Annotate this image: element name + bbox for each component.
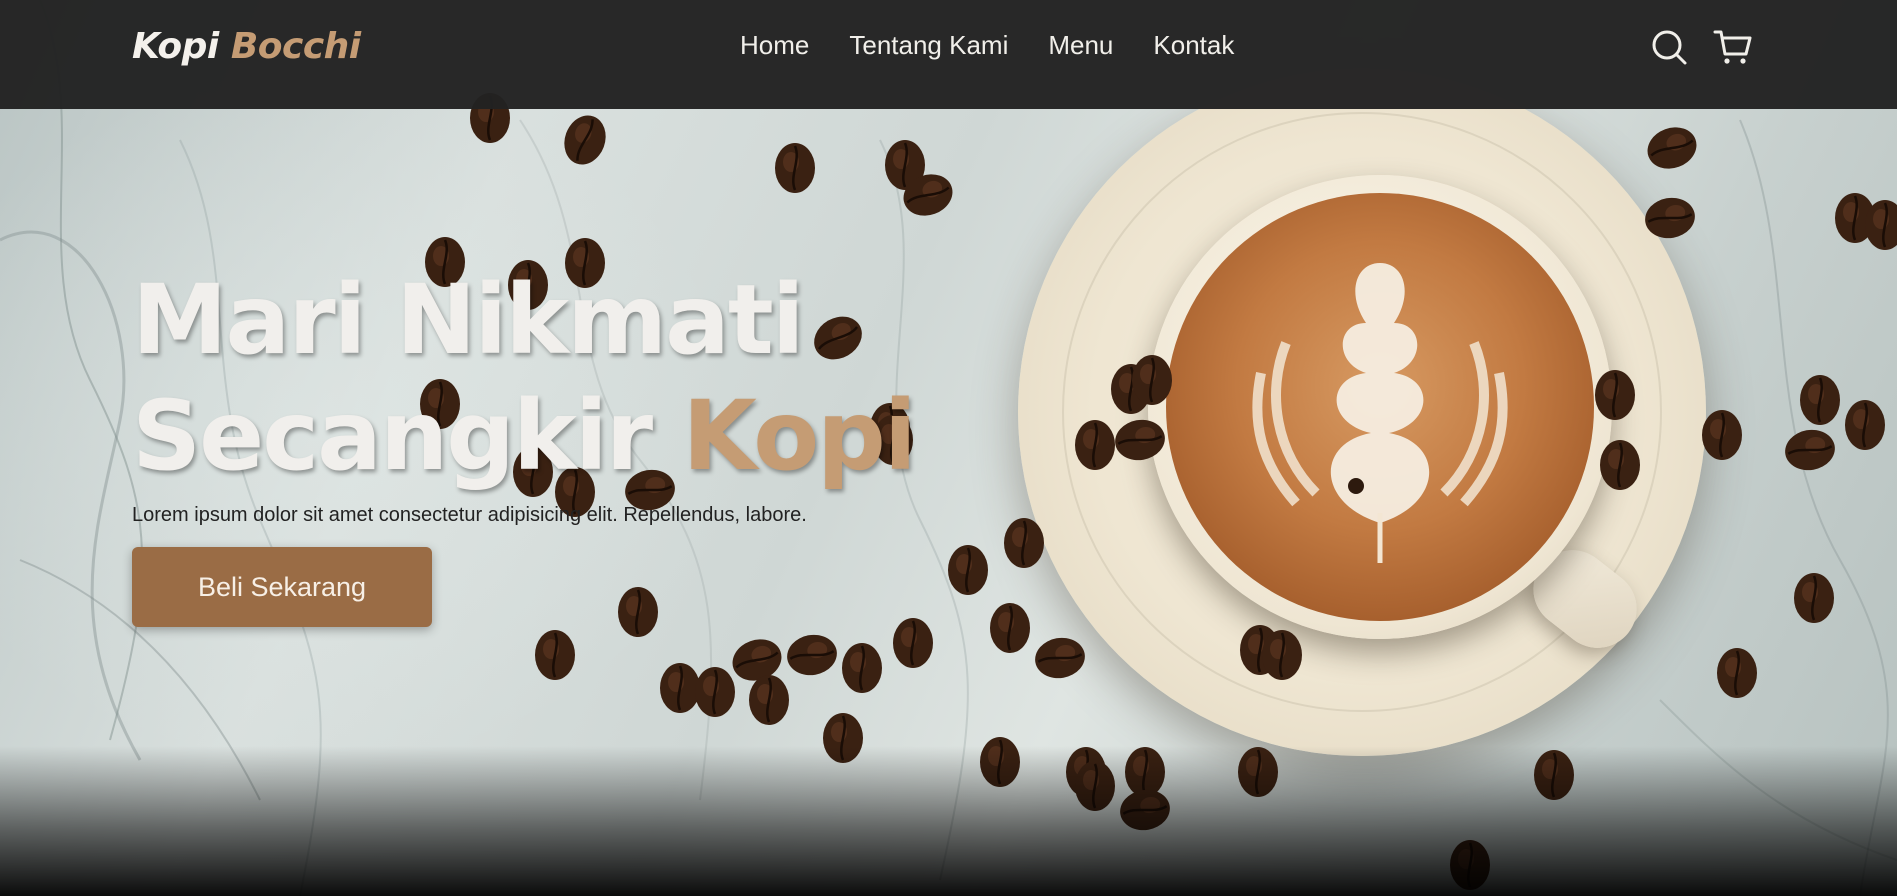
nav-link-tentang-kami[interactable]: Tentang Kami — [849, 30, 1008, 61]
hero-title: Mari Nikmati Secangkir Kopi — [132, 262, 917, 494]
logo-accent: Bocchi — [230, 26, 361, 67]
nav-link-kontak[interactable]: Kontak — [1153, 30, 1234, 61]
brand-logo[interactable]: Kopi Bocchi — [132, 26, 361, 67]
buy-now-button[interactable]: Beli Sekarang — [132, 547, 432, 627]
bottom-gradient — [0, 746, 1897, 896]
navbar: Kopi Bocchi Home Tentang Kami Menu Konta… — [0, 0, 1897, 109]
nav-links: Home Tentang Kami Menu Kontak — [740, 30, 1274, 61]
hero-title-accent: Kopi — [682, 380, 917, 492]
hero-title-line1: Mari Nikmati — [132, 264, 805, 376]
nav-link-menu[interactable]: Menu — [1048, 30, 1113, 61]
nav-link-home[interactable]: Home — [740, 30, 809, 61]
hero-content: Mari Nikmati Secangkir Kopi Lorem ipsum … — [132, 262, 917, 627]
search-icon[interactable] — [1648, 26, 1690, 68]
hero-title-line2: Secangkir — [132, 380, 683, 492]
latte-art-image — [1252, 263, 1508, 563]
nav-icons — [1648, 26, 1754, 68]
shopping-cart-icon[interactable] — [1712, 26, 1754, 68]
logo-primary: Kopi — [132, 26, 219, 67]
hero-description: Lorem ipsum dolor sit amet consectetur a… — [132, 504, 807, 526]
